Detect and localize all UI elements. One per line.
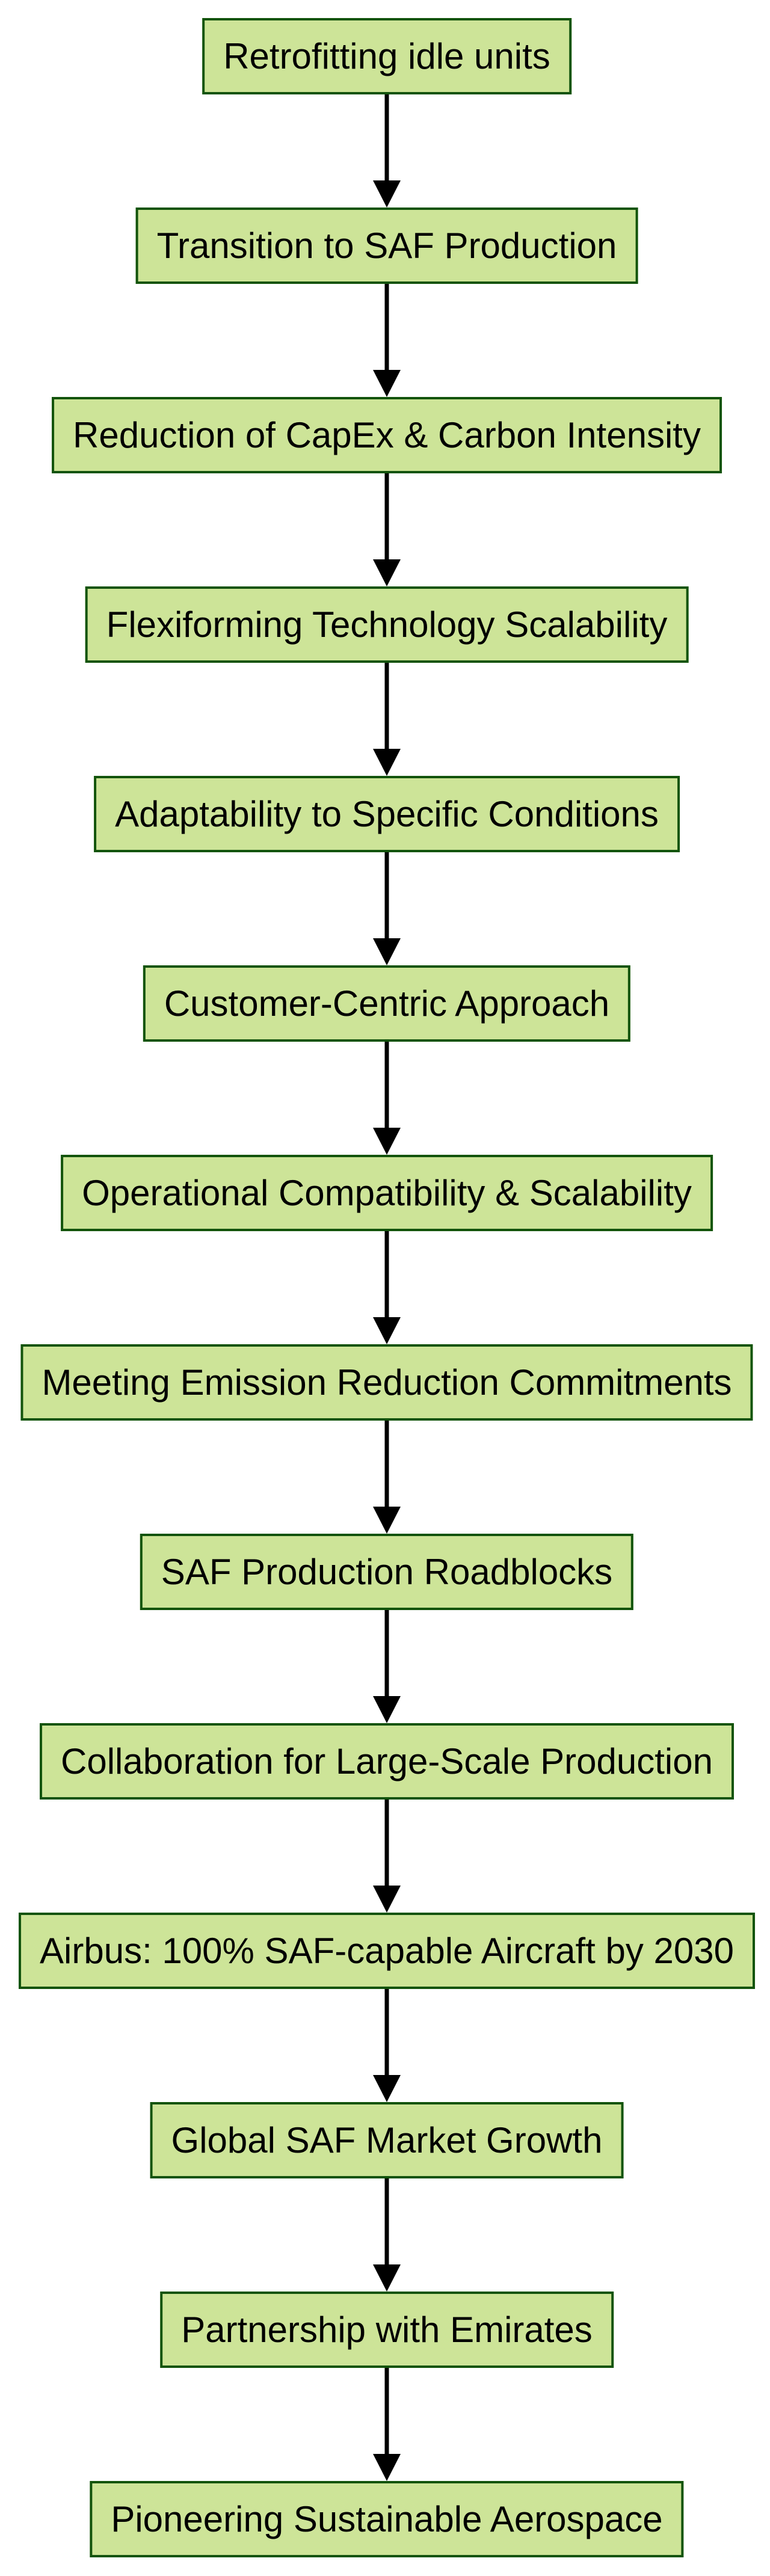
node-label: Operational Compatibility & Scalability (82, 1173, 692, 1213)
node-partnership-with-emirates: Partnership with Emirates (160, 2292, 614, 2368)
node-label: Meeting Emission Reduction Commitments (42, 1362, 732, 1403)
node-customer-centric-approach: Customer-Centric Approach (143, 965, 631, 1042)
arrowhead-icon (373, 559, 401, 586)
node-meeting-emission-reduction-commitments: Meeting Emission Reduction Commitments (20, 1344, 753, 1421)
node-reduction-of-capex-carbon-intensity: Reduction of CapEx & Carbon Intensity (52, 397, 722, 473)
node-operational-compatibility-scalability: Operational Compatibility & Scalability (61, 1155, 713, 1231)
node-label: Airbus: 100% SAF-capable Aircraft by 203… (40, 1931, 734, 1971)
node-label: Reduction of CapEx & Carbon Intensity (73, 415, 701, 455)
node-label: Partnership with Emirates (181, 2310, 593, 2350)
node-flexiforming-technology-scalability: Flexiforming Technology Scalability (85, 586, 689, 663)
node-collaboration-for-large-scale-production: Collaboration for Large-Scale Production (40, 1723, 734, 1800)
node-label: SAF Production Roadblocks (161, 1552, 613, 1592)
arrowhead-icon (373, 938, 401, 965)
edges-layer (373, 94, 401, 2481)
arrowhead-icon (373, 1507, 401, 1534)
node-transition-to-saf-production: Transition to SAF Production (135, 207, 638, 284)
node-label: Pioneering Sustainable Aerospace (111, 2499, 663, 2539)
arrowhead-icon (373, 1696, 401, 1723)
flowchart: Retrofitting idle units Transition to SA… (0, 0, 770, 2576)
arrowhead-icon (373, 2075, 401, 2102)
arrowhead-icon (373, 1317, 401, 1344)
node-label: Transition to SAF Production (156, 226, 617, 266)
node-saf-production-roadblocks: SAF Production Roadblocks (140, 1534, 634, 1610)
node-label: Adaptability to Specific Conditions (115, 794, 659, 834)
node-retrofitting-idle-units: Retrofitting idle units (202, 18, 571, 94)
arrowhead-icon (373, 1886, 401, 1913)
node-label: Retrofitting idle units (223, 36, 550, 76)
node-adaptability-to-specific-conditions: Adaptability to Specific Conditions (94, 776, 680, 852)
node-label: Customer-Centric Approach (164, 983, 610, 1024)
node-label: Flexiforming Technology Scalability (106, 604, 668, 645)
node-label: Global SAF Market Growth (171, 2120, 603, 2160)
arrowhead-icon (373, 370, 401, 397)
node-pioneering-sustainable-aerospace: Pioneering Sustainable Aerospace (90, 2481, 684, 2557)
arrowhead-icon (373, 1128, 401, 1155)
arrowhead-icon (373, 180, 401, 207)
arrowhead-icon (373, 2454, 401, 2481)
node-airbus-saf-capable-aircraft-2030: Airbus: 100% SAF-capable Aircraft by 203… (19, 1913, 755, 1989)
arrowhead-icon (373, 749, 401, 776)
node-global-saf-market-growth: Global SAF Market Growth (150, 2102, 624, 2178)
arrowhead-icon (373, 2264, 401, 2292)
node-label: Collaboration for Large-Scale Production (61, 1741, 713, 1781)
